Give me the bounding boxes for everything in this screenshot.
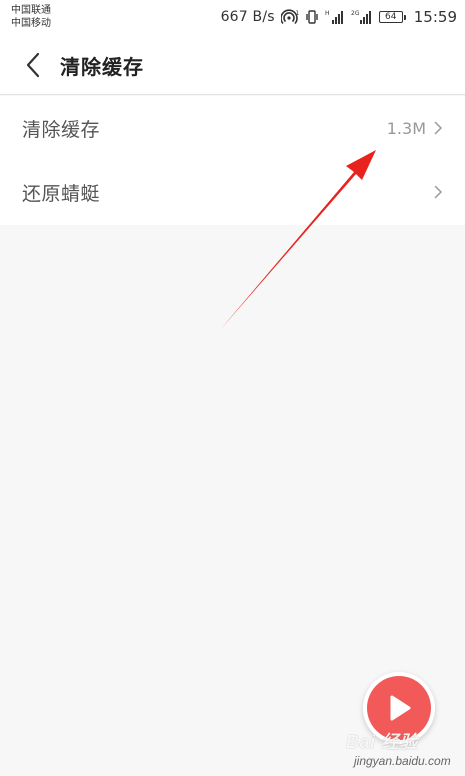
- network-speed: 667 B/s: [220, 9, 275, 25]
- list-item-trailing: 1.3M: [387, 96, 443, 160]
- watermark-url: jingyan.baidu.com: [354, 754, 451, 768]
- battery-level: 64: [378, 11, 403, 23]
- app-header: 清除缓存: [0, 36, 465, 95]
- svg-text:2G: 2G: [351, 10, 360, 17]
- chevron-left-icon: [26, 52, 40, 78]
- back-button[interactable]: [18, 50, 48, 80]
- chevron-right-icon: [434, 121, 442, 135]
- list-item-label: 还原蜻蜓: [22, 182, 101, 205]
- settings-list: 清除缓存 1.3M 还原蜻蜓: [0, 96, 465, 225]
- clock: 15:59: [413, 8, 457, 26]
- vibrate-icon: [305, 8, 319, 26]
- list-item-restore-app[interactable]: 还原蜻蜓: [0, 160, 465, 224]
- svg-text:H: H: [325, 10, 330, 17]
- hotspot-icon: 1: [280, 8, 299, 26]
- signal-h-icon: H: [325, 8, 345, 26]
- baidu-watermark: Bai 经验 jingyan.baidu.com: [346, 728, 451, 768]
- list-item-clear-cache[interactable]: 清除缓存 1.3M: [0, 96, 465, 160]
- carrier-labels: 中国联通 中国移动: [11, 4, 51, 30]
- chevron-right-icon: [434, 185, 442, 199]
- list-item-trailing: [434, 160, 443, 224]
- watermark-brand: Bai 经验: [346, 732, 419, 752]
- page-title: 清除缓存: [60, 55, 144, 79]
- play-icon: [390, 695, 411, 721]
- status-bar: 中国联通 中国移动 667 B/s 1 H 2G 64 15:59: [0, 0, 465, 36]
- carrier-1: 中国联通: [11, 5, 51, 16]
- svg-text:1: 1: [295, 10, 299, 17]
- list-item-label: 清除缓存: [22, 118, 101, 141]
- status-indicators: 667 B/s 1 H 2G 64 15:59: [221, 8, 457, 26]
- battery-icon: 64: [378, 11, 406, 23]
- cache-size-value: 1.3M: [386, 118, 426, 138]
- carrier-2: 中国移动: [11, 18, 51, 29]
- signal-2g-icon: 2G: [351, 8, 373, 26]
